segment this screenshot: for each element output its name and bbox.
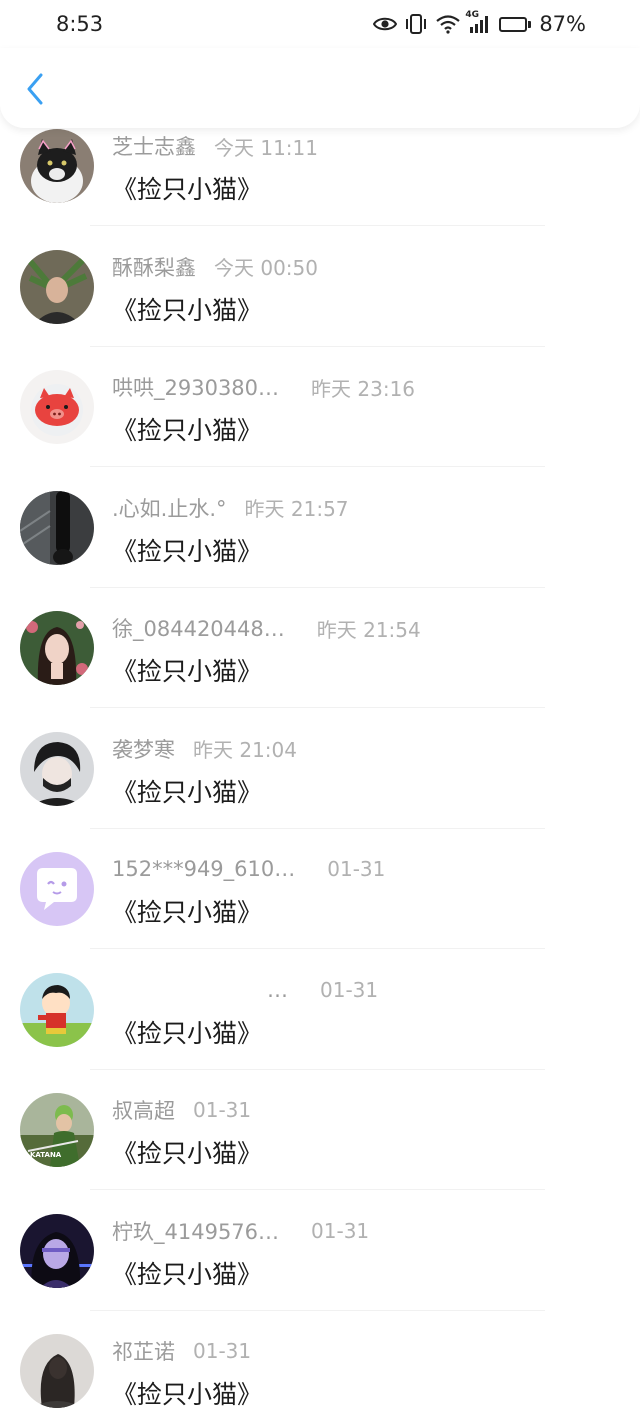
message-meta: 叔高超 01-31: [112, 1095, 251, 1125]
message-text: 《捡只小猫》: [112, 1259, 263, 1289]
network-type-label: 4G: [465, 10, 479, 20]
message-list[interactable]: 芝士志鑫 今天 11:11 《捡只小猫》 酥酥梨鑫 今天 00:50 《捡只小猫》 哄哄_2…: [0, 84, 640, 1410]
message-meta: .心如.止水.° 昨天 21:57: [112, 493, 349, 523]
message-text: 《捡只小猫》: [112, 1139, 263, 1168]
battery-icon: [499, 16, 532, 32]
message-list-item[interactable]: 哄哄_2930380… 昨天 23:16 《捡只小猫》: [0, 325, 640, 467]
message-list-item[interactable]: 袭梦寒 昨天 21:04 《捡只小猫》: [0, 687, 640, 829]
message-list-item[interactable]: 柠玖_4149576… 01-31 《捡只小猫》: [0, 1169, 640, 1311]
message-meta: 芝士志鑫 今天 11:11: [112, 131, 318, 161]
message-meta: 柠玖_4149576… 01-31: [112, 1216, 369, 1246]
plant-person-avatar[interactable]: [20, 249, 94, 324]
wifi-icon: [435, 14, 461, 34]
message-list-item[interactable]: 152***949_610… 01-31 《捡只小猫》: [0, 807, 640, 949]
pig-avatar[interactable]: [20, 370, 94, 444]
message-text: 《捡只小猫》: [112, 777, 263, 807]
cat-avatar[interactable]: [20, 129, 94, 203]
message-list-item[interactable]: KATANA 叔高超 01-31 《捡只小猫》: [0, 1048, 640, 1190]
top-nav-bar: [0, 48, 640, 128]
message-time: 今天 11:11: [214, 135, 318, 160]
sender-name[interactable]: 芝士志鑫: [112, 131, 196, 161]
message-meta: 徐_084420448… 昨天 21:54: [112, 613, 421, 643]
message-list-item[interactable]: 徐_084420448… 昨天 21:54 《捡只小猫》: [0, 566, 640, 708]
message-text: 《捡只小猫》: [112, 536, 263, 566]
message-time: 01-31: [327, 857, 386, 881]
back-button[interactable]: [18, 73, 52, 109]
neon-girl-avatar[interactable]: [20, 1213, 94, 1288]
message-time: 昨天 23:16: [311, 376, 416, 401]
message-meta: 152***949_610… 01-31: [112, 854, 385, 884]
battery-percent: 87%: [539, 12, 586, 36]
message-meta: 祁芷诺 01-31: [112, 1336, 251, 1366]
vibrate-icon: [405, 14, 427, 34]
message-time: 01-31: [311, 1218, 370, 1243]
swordsman-avatar[interactable]: KATANA: [20, 1093, 94, 1167]
message-time: 01-31: [193, 1339, 252, 1363]
chevron-left-icon: [25, 73, 45, 109]
message-meta: 袭梦寒 昨天 21:04: [112, 734, 297, 764]
message-meta: 酥酥梨鑫 今天 00:50: [112, 252, 318, 282]
message-time: 今天 00:50: [214, 256, 318, 280]
message-text: 《捡只小猫》: [112, 1380, 263, 1409]
message-list-item[interactable]: … 01-31 《捡只小猫》: [0, 928, 640, 1070]
message-time: 昨天 21:57: [244, 497, 349, 521]
message-list-item[interactable]: 祁芷诺 01-31 《捡只小猫》: [0, 1289, 640, 1410]
message-text: 《捡只小猫》: [112, 175, 263, 204]
sender-name[interactable]: 酥酥梨鑫: [112, 252, 196, 282]
status-bar: 8:53 4G 87%: [0, 0, 640, 48]
sender-name[interactable]: 袭梦寒: [112, 734, 175, 764]
status-time: 8:53: [56, 12, 104, 36]
sender-name[interactable]: .心如.止水.°: [112, 493, 227, 523]
long-hair-avatar[interactable]: [20, 1334, 94, 1408]
message-time: 昨天 21:04: [193, 738, 297, 762]
message-time: 01-31: [320, 977, 379, 1002]
svg-text:KATANA: KATANA: [30, 1151, 62, 1159]
dark-photo-avatar[interactable]: [20, 490, 94, 565]
chat-bubble-avatar[interactable]: [20, 852, 94, 926]
status-icons: 4G 87%: [373, 10, 586, 36]
message-meta: 哄哄_2930380… 昨天 23:16: [112, 372, 415, 402]
message-meta: … 01-31: [112, 975, 378, 1005]
signal-icon: 4G: [465, 10, 491, 34]
message-time: 昨天 21:54: [316, 617, 421, 642]
sender-name[interactable]: 徐_084420448…: [112, 613, 285, 643]
cartoon-boy-avatar[interactable]: [20, 972, 94, 1047]
sender-name[interactable]: 152***949_610…: [112, 857, 295, 881]
message-text: 《捡只小猫》: [112, 295, 263, 325]
masked-boy-avatar[interactable]: [20, 731, 94, 806]
message-text: 《捡只小猫》: [112, 898, 263, 927]
sender-name[interactable]: 祁芷诺: [112, 1336, 175, 1366]
message-time: 01-31: [193, 1098, 252, 1122]
message-list-item[interactable]: .心如.止水.° 昨天 21:57 《捡只小猫》: [0, 446, 640, 588]
eye-icon: [373, 16, 398, 32]
sender-name[interactable]: 叔高超: [112, 1095, 175, 1125]
sender-name[interactable]: 柠玖_4149576…: [112, 1216, 279, 1246]
sender-name[interactable]: …: [112, 978, 288, 1002]
message-text: 《捡只小猫》: [112, 1018, 263, 1048]
message-list-item[interactable]: 酥酥梨鑫 今天 00:50 《捡只小猫》: [0, 205, 640, 347]
sender-name[interactable]: 哄哄_2930380…: [112, 372, 279, 402]
message-text: 《捡只小猫》: [112, 657, 263, 686]
message-text: 《捡只小猫》: [112, 416, 263, 445]
girl-avatar[interactable]: [20, 611, 94, 685]
